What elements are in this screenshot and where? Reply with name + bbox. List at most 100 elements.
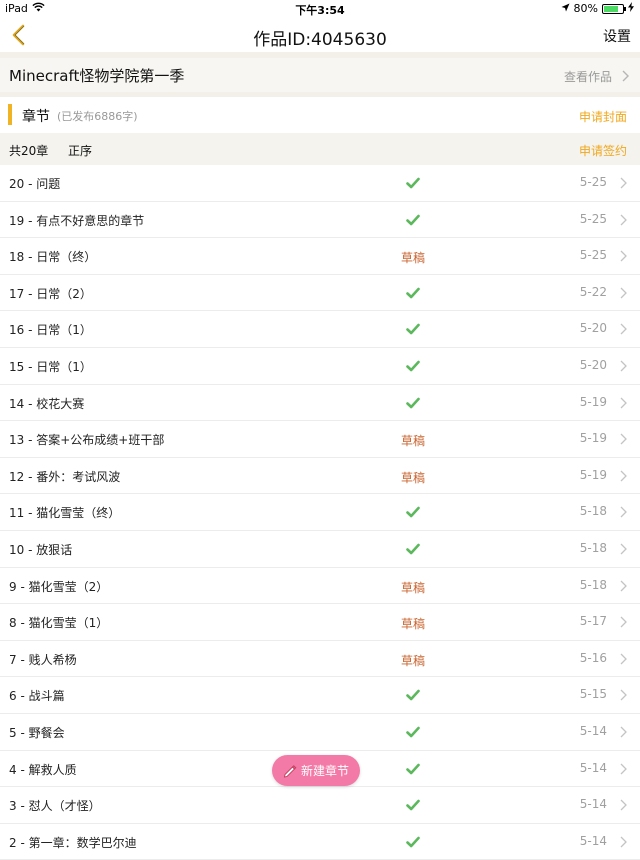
chapter-name: 13 - 答案+公布成绩+班干部 xyxy=(9,433,165,448)
draft-label: 草稿 xyxy=(400,580,425,595)
chapter-name: 8 - 猫化雪莹（1） xyxy=(9,616,109,631)
chapter-name: 15 - 日常（1） xyxy=(9,359,92,374)
chapter-status: 草稿 xyxy=(395,577,431,596)
apply-cover-button[interactable]: 申请封面 xyxy=(579,108,627,125)
chapter-status xyxy=(395,760,431,779)
check-icon xyxy=(406,287,420,299)
check-icon xyxy=(406,543,420,555)
chapter-date: 5-17 xyxy=(579,614,607,629)
draft-label: 草稿 xyxy=(400,617,425,632)
status-right: 80% xyxy=(561,2,634,15)
chapter-row[interactable]: 20 - 问题 5-25 xyxy=(0,165,640,202)
charging-icon xyxy=(628,2,634,15)
chevron-right-icon xyxy=(620,470,627,482)
chapter-status xyxy=(395,174,431,193)
chapter-row[interactable]: 13 - 答案+公布成绩+班干部 草稿 5-19 xyxy=(0,421,640,458)
chapter-status xyxy=(395,540,431,559)
chapter-row[interactable]: 3 - 怼人（才怪） 5-14 xyxy=(0,787,640,824)
page-title: 作品ID:4045630 xyxy=(253,30,387,50)
chapter-name: 17 - 日常（2） xyxy=(9,286,92,301)
chevron-right-icon xyxy=(620,763,627,774)
chapter-name: 4 - 解救人质 xyxy=(9,762,77,777)
chapter-name: 7 - 贱人希杨 xyxy=(9,652,77,667)
view-work-link[interactable]: 查看作品 xyxy=(564,68,612,85)
chapter-row[interactable]: 16 - 日常（1） 5-20 xyxy=(0,311,640,348)
chapter-row[interactable]: 7 - 贱人希杨 草稿 5-16 xyxy=(0,641,640,678)
draft-label: 草稿 xyxy=(400,470,425,485)
chapter-date: 5-25 xyxy=(579,211,607,226)
chevron-right-icon xyxy=(620,214,627,226)
chapter-row[interactable]: 6 - 战斗篇 5-15 xyxy=(0,677,640,714)
work-title: Minecraft怪物学院第一季 xyxy=(9,67,185,85)
chevron-right-icon xyxy=(620,177,627,189)
settings-button[interactable]: 设置 xyxy=(603,26,631,46)
chapter-status xyxy=(395,284,431,303)
chapter-name: 3 - 怼人（才怪） xyxy=(9,799,101,814)
check-icon xyxy=(406,214,420,225)
check-icon xyxy=(406,360,420,372)
chapter-status: 草稿 xyxy=(395,247,431,266)
chapter-date: 5-16 xyxy=(579,650,607,665)
chapter-name: 18 - 日常（终） xyxy=(9,250,97,265)
chapter-status xyxy=(395,686,431,705)
chapter-name: 10 - 放狠话 xyxy=(9,542,73,557)
chapter-date: 5-14 xyxy=(579,760,607,775)
chevron-right-icon xyxy=(620,360,627,372)
chapter-name: 9 - 猫化雪莹（2） xyxy=(9,579,109,594)
chapter-name: 2 - 第一章：数学巴尔迪 xyxy=(9,835,137,850)
published-word-count: (已发布6886字) xyxy=(57,110,138,123)
chapter-date: 5-18 xyxy=(579,540,607,555)
chevron-right-icon xyxy=(620,433,627,445)
chevron-right-icon xyxy=(620,323,627,335)
chapter-status: 草稿 xyxy=(395,613,431,632)
chapter-status xyxy=(395,357,431,376)
list-header: 共20章 正序 申请签约 xyxy=(0,133,640,165)
check-icon xyxy=(406,507,420,518)
apply-sign-button[interactable]: 申请签约 xyxy=(579,142,627,159)
chapter-date: 5-22 xyxy=(579,284,607,299)
clock: 下午3:54 xyxy=(295,4,345,17)
chevron-right-icon xyxy=(620,543,627,555)
chapter-status xyxy=(395,320,431,339)
draft-label: 草稿 xyxy=(400,653,425,668)
chapter-name: 11 - 猫化雪莹（终） xyxy=(9,506,121,521)
chapter-status xyxy=(395,211,431,230)
chapter-status xyxy=(395,723,431,742)
chevron-right-icon xyxy=(620,397,627,409)
battery-icon xyxy=(602,3,626,14)
new-chapter-button[interactable]: 新建章节 xyxy=(272,755,360,786)
sort-order-toggle[interactable]: 正序 xyxy=(68,142,92,159)
status-bar: iPad 下午3:54 80% xyxy=(0,0,640,18)
chapter-row[interactable]: 9 - 猫化雪莹（2） 草稿 5-18 xyxy=(0,568,640,605)
chapter-row[interactable]: 5 - 野餐会 5-14 xyxy=(0,714,640,751)
chapter-date: 5-18 xyxy=(579,577,607,592)
chapter-row[interactable]: 10 - 放狠话 5-18 xyxy=(0,531,640,568)
chapter-name: 14 - 校花大赛 xyxy=(9,396,85,411)
chapter-row[interactable]: 17 - 日常（2） 5-22 xyxy=(0,275,640,312)
chapter-row[interactable]: 19 - 有点不好意思的章节 5-25 xyxy=(0,202,640,239)
chapter-row[interactable]: 2 - 第一章：数学巴尔迪 5-14 xyxy=(0,824,640,860)
check-icon xyxy=(406,690,420,701)
chapter-row[interactable]: 14 - 校花大赛 5-19 xyxy=(0,385,640,422)
pencil-icon xyxy=(283,764,297,778)
chapter-status: 草稿 xyxy=(395,650,431,669)
chapter-row[interactable]: 18 - 日常（终） 草稿 5-25 xyxy=(0,238,640,275)
chapter-row[interactable]: 12 - 番外：考试风波 草稿 5-19 xyxy=(0,458,640,495)
chapter-date: 5-20 xyxy=(579,321,607,336)
chapter-date: 5-18 xyxy=(579,504,607,519)
chevron-right-icon xyxy=(620,836,627,848)
chapter-status: 草稿 xyxy=(395,430,431,449)
chapter-date: 5-14 xyxy=(579,723,607,738)
chapter-name: 16 - 日常（1） xyxy=(9,323,92,338)
chapter-name: 12 - 番外：考试风波 xyxy=(9,469,121,484)
chapter-status xyxy=(395,503,431,522)
chapter-status xyxy=(395,796,431,815)
chevron-right-icon xyxy=(620,250,627,262)
section-label: 章节 xyxy=(22,109,50,125)
chapter-row[interactable]: 15 - 日常（1） 5-20 xyxy=(0,348,640,385)
chapter-date: 5-19 xyxy=(579,394,607,409)
work-row[interactable]: Minecraft怪物学院第一季 查看作品 xyxy=(0,58,640,92)
check-icon xyxy=(406,177,420,189)
chapter-row[interactable]: 8 - 猫化雪莹（1） 草稿 5-17 xyxy=(0,604,640,641)
chapter-row[interactable]: 11 - 猫化雪莹（终） 5-18 xyxy=(0,494,640,531)
